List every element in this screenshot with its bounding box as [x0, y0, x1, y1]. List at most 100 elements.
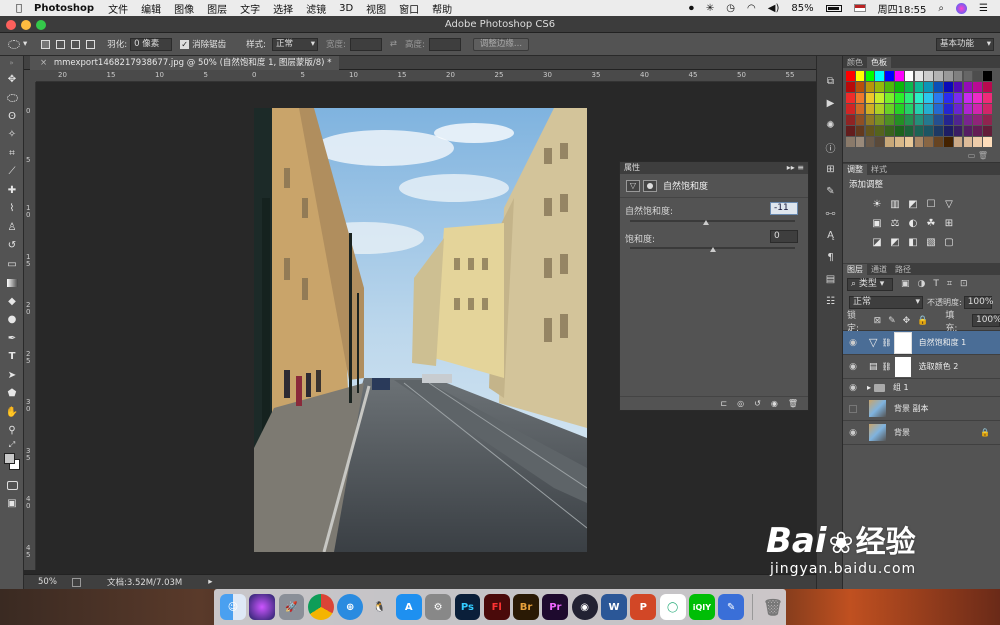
- wifi-icon[interactable]: ◠: [747, 3, 756, 14]
- swatch[interactable]: [895, 82, 904, 92]
- info-icon[interactable]: ⓘ: [817, 136, 844, 158]
- swap-icon[interactable]: ⇄: [390, 39, 397, 49]
- trash-icon[interactable]: 🗑: [788, 399, 798, 408]
- swatch[interactable]: [973, 71, 982, 81]
- ellipse-marquee-icon[interactable]: [8, 39, 20, 49]
- premiere-icon[interactable]: Pr: [542, 594, 569, 620]
- menu-select[interactable]: 选择: [273, 1, 293, 16]
- app-store-icon[interactable]: A: [395, 594, 422, 620]
- swatch[interactable]: [914, 115, 924, 125]
- swatch[interactable]: [865, 115, 875, 125]
- swatch[interactable]: [846, 82, 855, 92]
- swatch[interactable]: [944, 93, 953, 103]
- swatch[interactable]: [895, 93, 904, 103]
- swatch[interactable]: [934, 115, 943, 125]
- menu-3d[interactable]: 3D: [339, 3, 353, 14]
- chain-icon[interactable]: ⛓: [881, 338, 891, 347]
- swatch[interactable]: [983, 126, 992, 136]
- swatch[interactable]: [846, 93, 855, 103]
- swatch[interactable]: [953, 104, 963, 114]
- swatch[interactable]: [885, 115, 894, 125]
- add-selection-icon[interactable]: [56, 39, 66, 49]
- workspace-select[interactable]: 基本功能 ▾: [936, 37, 994, 51]
- swatch[interactable]: [885, 71, 894, 81]
- posterize-icon[interactable]: ◩: [889, 237, 901, 248]
- zoom-tool-icon[interactable]: ⚲: [0, 422, 24, 441]
- flag-icon[interactable]: [853, 4, 866, 12]
- swatch[interactable]: [885, 104, 894, 114]
- clip-to-layer-icon[interactable]: ⊏: [720, 399, 727, 408]
- minimize-button[interactable]: [21, 20, 31, 30]
- word-icon[interactable]: W: [601, 594, 627, 620]
- swatch[interactable]: [953, 93, 963, 103]
- flash-icon[interactable]: Fl: [483, 594, 510, 620]
- swatch[interactable]: [914, 93, 924, 103]
- chevron-down-icon[interactable]: ▾: [23, 39, 27, 49]
- zoom-button[interactable]: [36, 20, 46, 30]
- swatch[interactable]: [904, 115, 914, 125]
- swatch[interactable]: [865, 104, 875, 114]
- tab-swatches[interactable]: 色板: [867, 57, 891, 68]
- selective-color-icon[interactable]: ▢: [943, 237, 955, 248]
- swatch[interactable]: [914, 71, 924, 81]
- document-tab[interactable]: × mmexport1468217938677.jpg @ 50% (自然饱和度…: [30, 56, 340, 70]
- feather-input[interactable]: 0 像素: [130, 37, 173, 51]
- swatch[interactable]: [924, 115, 933, 125]
- dev-tool-icon[interactable]: ✎: [718, 594, 745, 620]
- siri-icon[interactable]: [956, 2, 968, 14]
- swatch[interactable]: [865, 137, 875, 147]
- swatch[interactable]: [914, 82, 924, 92]
- swatch[interactable]: [914, 104, 924, 114]
- width-input[interactable]: [349, 37, 382, 51]
- swatch[interactable]: [855, 104, 865, 114]
- swatch[interactable]: [855, 71, 865, 81]
- filter-smart-icon[interactable]: ⊡: [960, 279, 968, 289]
- type-tool-icon[interactable]: T: [0, 348, 24, 367]
- volume-icon[interactable]: ◀): [768, 3, 780, 14]
- swatch[interactable]: [973, 104, 982, 114]
- subtract-selection-icon[interactable]: [71, 39, 81, 49]
- swatch[interactable]: [963, 104, 973, 114]
- collapse-icon[interactable]: »: [0, 56, 23, 70]
- panel-menu-icon[interactable]: ▸▸ ≡: [787, 162, 804, 174]
- swatch[interactable]: [944, 82, 953, 92]
- gradient-map-icon[interactable]: ▧: [925, 237, 937, 248]
- swap-colors-icon[interactable]: ⤢: [0, 440, 24, 450]
- brush-tool-icon[interactable]: ⌇: [0, 200, 24, 219]
- swatch[interactable]: [963, 93, 973, 103]
- menu-help[interactable]: 帮助: [432, 1, 452, 16]
- marquee-tool-icon[interactable]: [0, 89, 24, 108]
- swatch[interactable]: [953, 71, 963, 81]
- blend-mode-select[interactable]: 正常 ▾: [849, 295, 923, 309]
- swatch[interactable]: [953, 126, 963, 136]
- exposure-icon[interactable]: ☐: [925, 199, 937, 210]
- swatch[interactable]: [885, 137, 894, 147]
- tab-styles[interactable]: 样式: [867, 164, 891, 175]
- pilcrow-icon[interactable]: ¶: [817, 246, 844, 268]
- system-preferences-icon[interactable]: ⚙: [425, 594, 451, 620]
- layer-row[interactable]: ◉ ▽ ⛓ 自然饱和度 1: [843, 331, 1000, 355]
- close-button[interactable]: [6, 20, 16, 30]
- history-brush-icon[interactable]: ↺: [0, 237, 24, 256]
- eye-icon[interactable]: ◉: [843, 383, 863, 393]
- layer-row[interactable]: ◉ 背景 🔒: [843, 421, 1000, 445]
- layer-row[interactable]: ◉ ▤ ⛓ 选取颜色 2: [843, 355, 1000, 379]
- swatch[interactable]: [846, 115, 855, 125]
- tab-close-icon[interactable]: ×: [40, 58, 47, 68]
- lasso-tool-icon[interactable]: ʘ: [0, 107, 24, 126]
- swatch[interactable]: [904, 93, 914, 103]
- status-export-icon[interactable]: [72, 577, 81, 587]
- swatch[interactable]: [924, 126, 933, 136]
- swatch[interactable]: [846, 104, 855, 114]
- eye-icon[interactable]: ◉: [843, 338, 863, 348]
- healing-brush-icon[interactable]: ✚: [0, 181, 24, 200]
- siri-icon[interactable]: [249, 594, 276, 620]
- tab-layers[interactable]: 图层: [843, 264, 867, 275]
- swatch[interactable]: [983, 137, 992, 147]
- swatch[interactable]: [934, 82, 943, 92]
- spotlight-icon[interactable]: ⌕: [938, 3, 944, 14]
- hue-saturation-icon[interactable]: ▣: [871, 218, 883, 229]
- iqiyi-icon[interactable]: iQIY: [689, 594, 715, 620]
- zoom-level[interactable]: 50%: [38, 577, 68, 587]
- vertical-ruler[interactable]: 0 5 1 0 1 5 2 0 2 5 3 0 3 5 4 0 4 5: [24, 82, 36, 570]
